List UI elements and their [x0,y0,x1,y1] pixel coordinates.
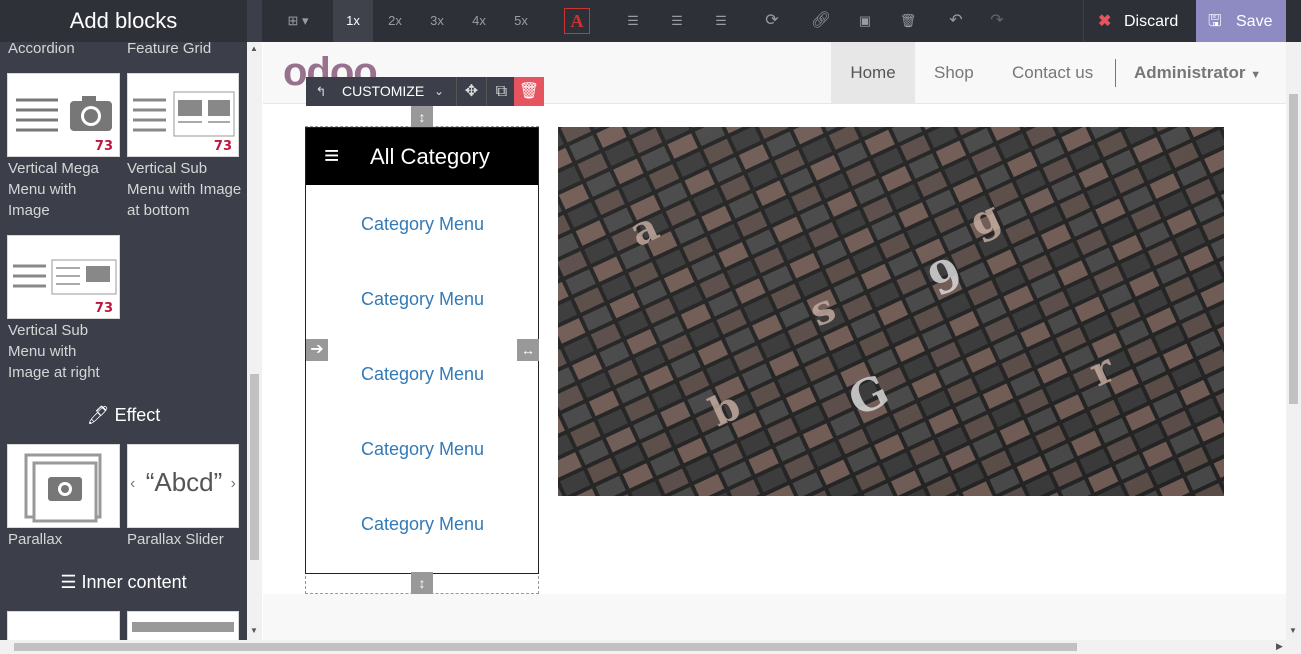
parallax-icon [24,453,102,523]
discard-button[interactable]: ✖ Discard [1083,0,1196,42]
block-thumb[interactable] [127,611,239,640]
user-name: Administrator [1134,63,1246,82]
scroll-up-icon[interactable]: ▲ [250,44,258,53]
trash-icon[interactable]: 🗑︎ [895,0,921,42]
delete-icon[interactable]: 🗑︎ [514,77,544,106]
block-label[interactable]: Vertical Mega Menu with Image [8,158,120,221]
save-button[interactable]: 🖫 Save [1196,0,1286,42]
page-scrollbar[interactable]: ▼ [1286,42,1301,640]
category-header[interactable]: ≡ All Category [306,128,538,185]
website-page: odoo Home Shop Contact us Administrator … [263,42,1286,640]
panel-title: Add blocks [0,0,247,42]
floppy-icon: 🖫 [1208,13,1222,30]
link-icon[interactable]: 🔗︎ [808,0,834,42]
zoom-2x-button[interactable]: 2x [375,0,415,42]
letterpress-banner-image[interactable]: a s g b r G 9 [558,127,1224,496]
undo-icon[interactable]: ↶ [943,0,969,42]
block-thumb-vertical-sub-menu-right[interactable]: 73 [7,235,120,319]
scrollbar-thumb[interactable] [1289,94,1298,404]
block-badge: 73 [94,301,113,316]
refresh-icon[interactable]: ⟳ [759,0,785,42]
block-thumb-vertical-mega-menu[interactable]: 73 [7,73,120,157]
nav-contact[interactable]: Contact us [1012,42,1093,104]
zoom-5x-button[interactable]: 5x [501,0,541,42]
parallax-slider-text: “Abcd” [145,467,223,497]
sidebar-scrollbar[interactable]: ▲ ▼ [247,42,262,640]
scroll-down-icon[interactable]: ▼ [250,626,258,635]
category-menu-link[interactable]: Category Menu [306,214,539,235]
block-badge: 73 [94,139,113,154]
redo-icon[interactable]: ↷ [984,0,1010,42]
scrollbar-thumb[interactable] [250,374,259,560]
image-icon[interactable]: ▣ [852,0,878,42]
move-right-handle[interactable]: ➔ [306,339,328,361]
caret-down-icon: ▼ [1250,69,1262,81]
section-title: Inner content [81,572,187,592]
section-effect: 🖊︎ Effect [0,405,247,426]
zoom-3x-button[interactable]: 3x [417,0,457,42]
discard-label: Discard [1124,13,1179,30]
category-menu-link[interactable]: Category Menu [306,289,539,310]
category-menu-link[interactable]: Category Menu [306,514,539,535]
move-icon[interactable]: ✥ [456,77,486,106]
nav-divider [1115,59,1116,87]
category-menu-link[interactable]: Category Menu [306,439,539,460]
resize-top-handle[interactable]: ↕ [411,106,433,128]
align-left-icon[interactable]: ☰ [620,0,646,42]
nav-home[interactable]: Home [831,42,915,104]
resize-horizontal-handle[interactable]: ↔ [517,339,539,361]
category-menu-link[interactable]: Category Menu [306,364,539,385]
clone-icon[interactable]: ⧉ [486,77,516,106]
align-right-icon[interactable]: ☰ [708,0,734,42]
block-label[interactable]: Parallax [8,529,62,550]
block-thumb-parallax-slider[interactable]: “Abcd” ‹ › [127,444,239,528]
section-inner-content: ☰ Inner content [0,572,247,593]
zoom-4x-button[interactable]: 4x [459,0,499,42]
insert-block-icon[interactable]: ⊞ ▾ [276,0,320,42]
font-color-icon[interactable]: A [564,0,590,42]
nav-user-menu[interactable]: Administrator ▼ [1134,42,1261,104]
select-parent-icon[interactable]: ↰ [306,77,336,106]
block-thumb-vertical-sub-menu-bottom[interactable]: 73 [127,73,239,157]
chevron-left-icon: ‹ [130,475,136,492]
align-center-icon[interactable]: ☰ [664,0,690,42]
chevron-right-icon: › [230,475,236,492]
hamburger-icon[interactable]: ≡ [324,140,339,171]
nav-shop[interactable]: Shop [934,42,974,104]
scroll-down-icon[interactable]: ▼ [1289,626,1297,635]
indent-icon: ☰ [60,572,77,592]
category-menu: ≡ All Category Category Menu Category Me… [305,127,539,574]
horizontal-scrollbar[interactable]: ▶ [0,640,1301,654]
section-title: Effect [114,405,161,425]
block-badge: 73 [213,139,232,154]
add-blocks-panel: Add blocks Accordion Feature Grid 73 Ver… [0,0,262,640]
block-thumb[interactable] [7,611,120,640]
resize-bottom-handle[interactable]: ↕ [411,572,433,594]
page-footer-area [263,594,1286,640]
customize-dropdown[interactable]: CUSTOMIZE [342,77,424,106]
block-thumb-parallax[interactable] [7,444,120,528]
block-label[interactable]: Vertical Sub Menu with Image at right [8,320,120,383]
block-label-accordion[interactable]: Accordion [8,38,75,59]
scrollbar-thumb[interactable] [14,643,1077,651]
block-label[interactable]: Parallax Slider [127,529,224,550]
snippet-options-bar: ↰ CUSTOMIZE ⌄ ✥ ⧉ 🗑︎ [306,77,544,106]
scroll-right-icon[interactable]: ▶ [1276,641,1283,652]
block-label[interactable]: Vertical Sub Menu with Image at bottom [127,158,242,221]
magic-wand-icon: 🖊︎ [86,405,110,425]
category-title: All Category [370,144,490,169]
save-label: Save [1236,13,1273,30]
zoom-1x-button[interactable]: 1x [333,0,373,42]
chevron-down-icon[interactable]: ⌄ [434,77,444,106]
close-icon: ✖ [1098,13,1112,30]
block-label-feature-grid[interactable]: Feature Grid [127,38,211,59]
